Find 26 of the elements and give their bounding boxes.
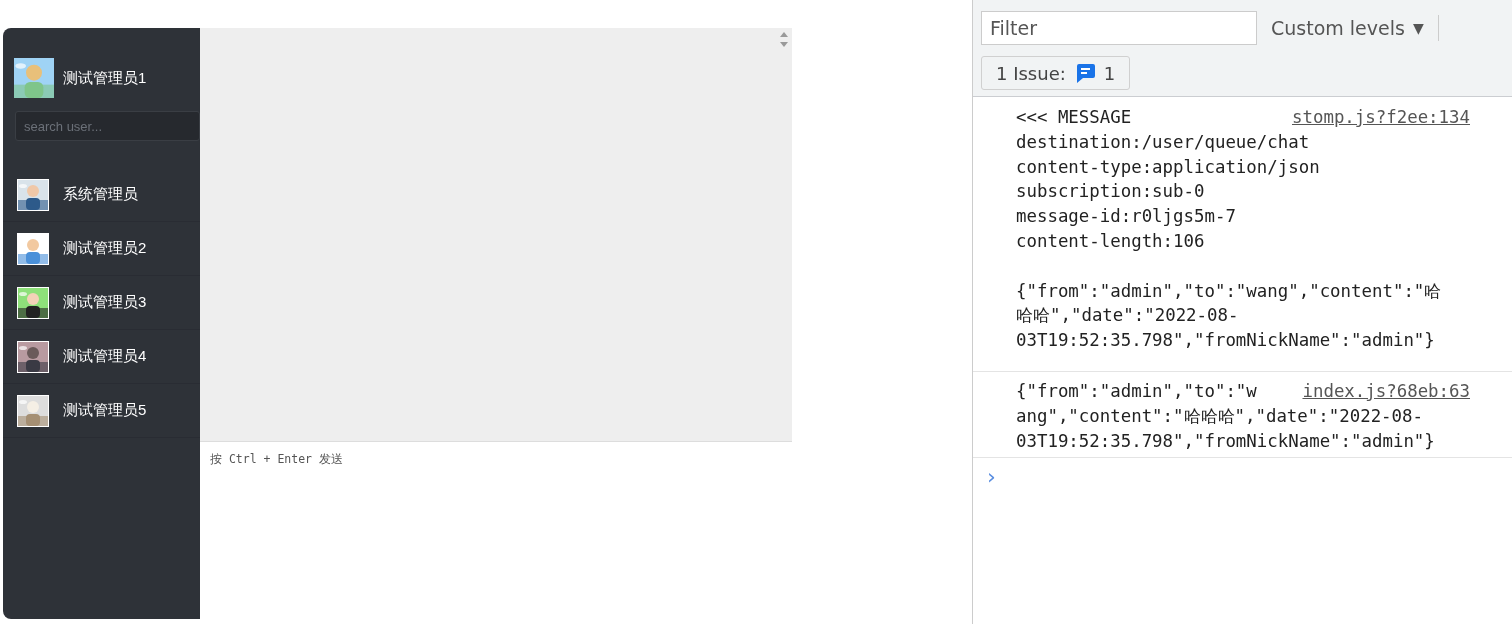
log-line: destination:/user/queue/chat <box>1016 130 1310 154</box>
log-line: {"from":"admin","to":"wang","content":"哈 <box>1016 279 1442 303</box>
log-line: 哈哈","date":"2022-08- <box>1016 304 1239 328</box>
user-item[interactable]: 测试管理员3 <box>3 276 200 330</box>
issues-button[interactable]: 1 Issue: 1 <box>981 56 1131 90</box>
user-item[interactable]: 测试管理员2 <box>3 222 200 276</box>
levels-dropdown[interactable]: Custom levels ▼ <box>1271 15 1439 41</box>
log-line: 03T19:52:35.798","fromNickName":"admin"} <box>1016 329 1435 353</box>
log-line: content-length:106 <box>1016 230 1205 253</box>
scroll-up-icon[interactable] <box>780 32 788 37</box>
source-link[interactable]: index.js?68eb:63 <box>1302 378 1470 404</box>
log-line: 03T19:52:35.798","fromNickName":"admin"} <box>1016 429 1435 453</box>
log-line: subscription:sub-0 <box>1016 180 1205 204</box>
user-item[interactable]: 测试管理员4 <box>3 330 200 384</box>
filter-field[interactable]: Filter <box>981 11 1257 45</box>
user-name: 测试管理员1 <box>63 68 147 88</box>
log-line: <<< MESSAGE <box>1016 106 1132 129</box>
log-line: message-id:r0ljgs5m-7 <box>1016 205 1236 229</box>
log-line: {"from":"admin","to":"w <box>1016 379 1257 403</box>
search-field[interactable]: search user... <box>15 111 200 141</box>
scroll-down-icon[interactable] <box>780 42 788 47</box>
source-link[interactable]: stomp.js?f2ee:134 <box>1292 105 1470 130</box>
user-item[interactable]: 测试管理员5 <box>3 384 200 438</box>
log-line: ang","content":"哈哈哈","date":"2022-08- <box>1016 404 1423 428</box>
user-item[interactable]: 系统管理员 <box>3 168 200 222</box>
log-line: content-type:application/json <box>1016 155 1320 179</box>
